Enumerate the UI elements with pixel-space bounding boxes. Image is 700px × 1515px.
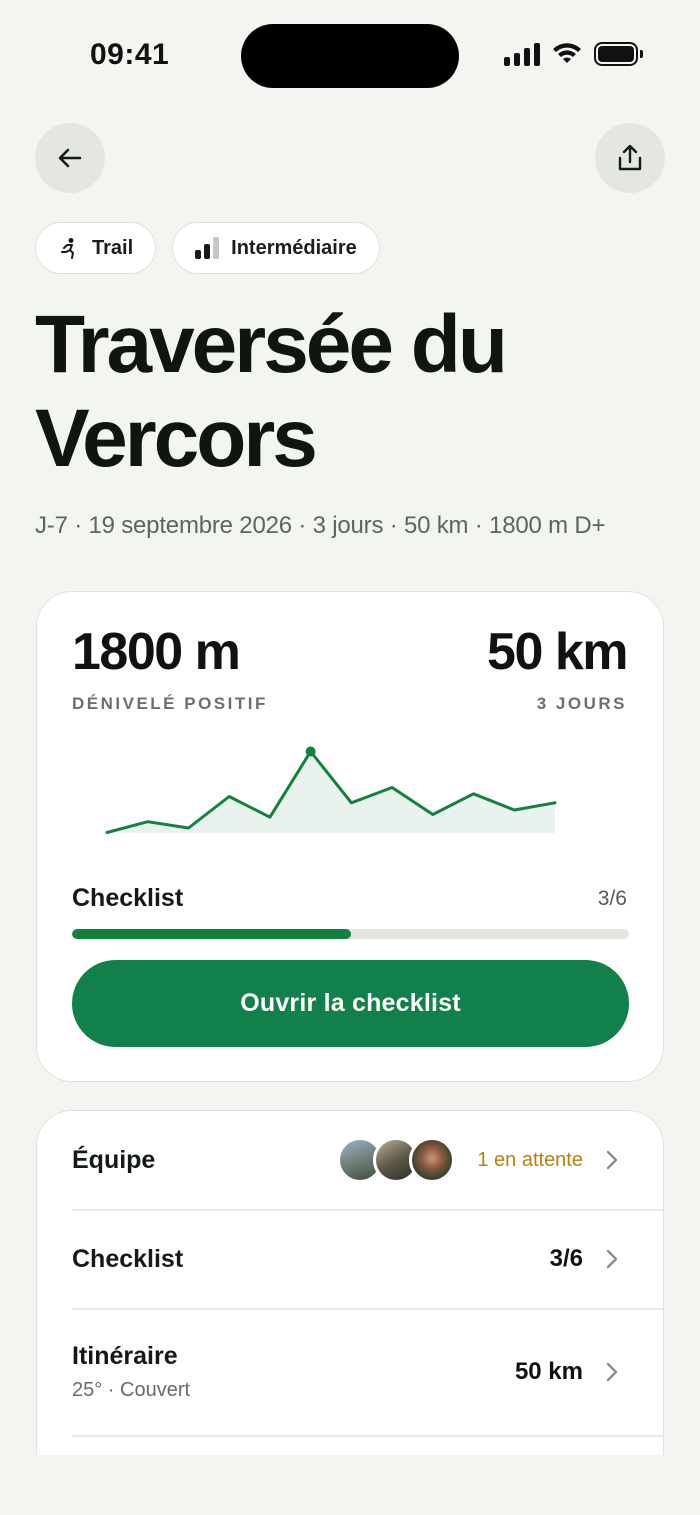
back-button[interactable] xyxy=(35,123,105,193)
team-avatars xyxy=(337,1137,456,1183)
tag-chips: Trail Intermédiaire xyxy=(35,222,380,274)
trip-meta: J-7 · 19 septembre 2026 · 3 jours · 50 k… xyxy=(35,512,606,539)
chip-sport[interactable]: Trail xyxy=(35,222,157,274)
wifi-icon xyxy=(553,43,581,63)
chip-level[interactable]: Intermédiaire xyxy=(172,222,380,274)
difficulty-bars-icon xyxy=(195,237,220,259)
list-item-team[interactable]: Équipe 1 en attente xyxy=(37,1111,663,1209)
signal-icon xyxy=(504,42,540,66)
list-item-route[interactable]: Itinéraire 25° · Couvert 50 km xyxy=(37,1309,663,1435)
route-label: Itinéraire xyxy=(72,1342,178,1370)
distance-label: 3 JOURS xyxy=(536,694,627,713)
share-icon xyxy=(618,144,642,171)
dynamic-island xyxy=(241,24,459,88)
chevron-right-icon xyxy=(606,1249,618,1269)
divider xyxy=(72,1435,663,1437)
distance-value: 50 km xyxy=(487,623,628,681)
checklist-progress xyxy=(72,929,629,939)
avatar xyxy=(409,1137,456,1183)
open-checklist-button[interactable]: Ouvrir la checklist xyxy=(72,960,629,1047)
battery-icon xyxy=(594,42,643,66)
details-list: Équipe 1 en attente Checklist 3/6 Itinér… xyxy=(36,1110,664,1470)
elevation-value: 1800 m xyxy=(72,623,241,681)
team-label: Équipe xyxy=(72,1145,156,1174)
elevation-peak-marker xyxy=(305,746,316,757)
status-icons xyxy=(504,42,643,66)
runner-icon xyxy=(61,238,74,259)
page-title: Traversée du Vercors xyxy=(35,299,508,484)
chip-sport-label: Trail xyxy=(92,236,134,259)
share-button[interactable] xyxy=(595,123,665,193)
route-weather: 25° · Couvert xyxy=(72,1379,191,1401)
elevation-profile-area xyxy=(107,751,555,833)
route-distance: 50 km xyxy=(514,1358,583,1385)
checklist-count: 3/6 xyxy=(597,887,627,910)
checklist-row-label: Checklist xyxy=(72,1244,184,1273)
elevation-profile-chart xyxy=(105,746,557,834)
checklist-row-value: 3/6 xyxy=(549,1245,583,1272)
arrow-left-icon xyxy=(58,148,82,168)
status-time: 09:41 xyxy=(90,38,170,71)
checklist-label: Checklist xyxy=(72,884,184,912)
elevation-label: DÉNIVELÉ POSITIF xyxy=(72,694,268,713)
chip-level-label: Intermédiaire xyxy=(231,236,357,259)
bottom-fade xyxy=(0,1455,700,1515)
summary-card: 1800 m 50 km DÉNIVELÉ POSITIF 3 JOURS Ch… xyxy=(36,591,664,1082)
chevron-right-icon xyxy=(606,1362,618,1382)
checklist-progress-fill xyxy=(72,929,351,939)
team-pending-status: 1 en attente xyxy=(477,1148,583,1171)
list-item-checklist[interactable]: Checklist 3/6 xyxy=(37,1210,663,1308)
chevron-right-icon xyxy=(606,1150,618,1170)
